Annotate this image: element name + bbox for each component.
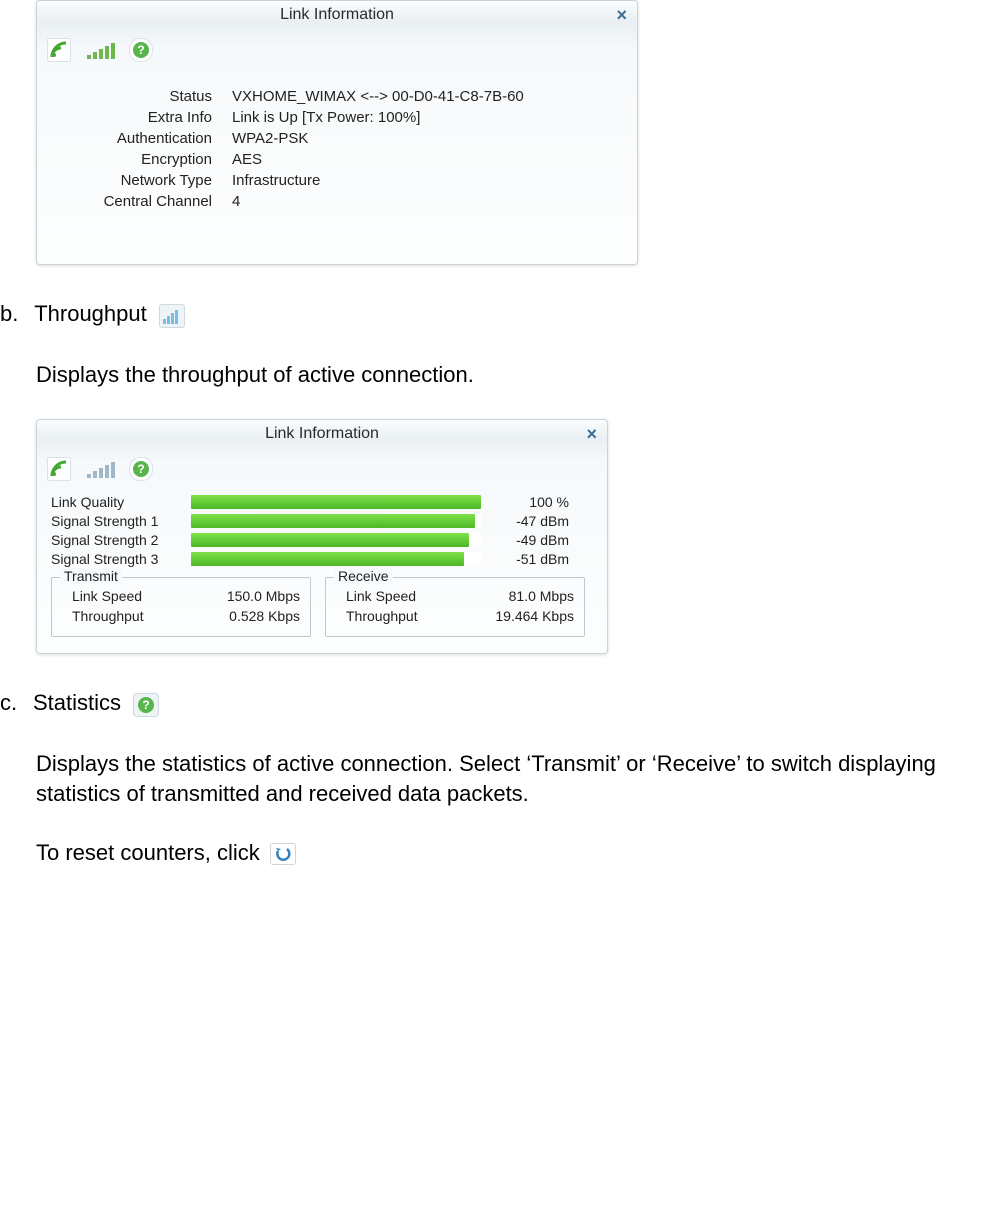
info-label: Central Channel: [57, 193, 232, 210]
graph-bar-wrap: [191, 495, 481, 509]
graph-bar: [191, 514, 475, 528]
info-label: Status: [57, 88, 232, 105]
graph-bar: [191, 552, 464, 566]
graph-bar-wrap: [191, 514, 481, 528]
svg-text:?: ?: [137, 43, 144, 57]
info-value: VXHOME_WIMAX <--> 00-D0-41-C8-7B-60: [232, 88, 524, 105]
fs-value: 81.0 Mbps: [509, 588, 574, 604]
close-icon[interactable]: ×: [586, 424, 597, 445]
graph-row: Link Quality 100 %: [51, 494, 593, 510]
fs-label: Link Speed: [336, 588, 416, 604]
graph-value: 100 %: [481, 494, 569, 510]
graph-bar: [191, 495, 481, 509]
close-icon[interactable]: ×: [616, 5, 627, 26]
graph-row: Signal Strength 2 -49 dBm: [51, 532, 593, 548]
info-row: Central Channel 4: [57, 193, 617, 210]
signal-rss-icon[interactable]: [47, 38, 71, 62]
list-marker-b: b.: [0, 301, 18, 327]
graph-bar-wrap: [191, 552, 481, 566]
graph-value: -51 dBm: [481, 551, 569, 567]
signal-bars-table: Link Quality 100 % Signal Strength 1 -47…: [51, 494, 593, 567]
statistics-help-icon: ?: [133, 693, 159, 717]
transmit-fieldset: Transmit Link Speed 150.0 Mbps Throughpu…: [51, 577, 311, 637]
graph-value: -49 dBm: [481, 532, 569, 548]
fs-label: Throughput: [62, 608, 144, 624]
section-b-title: Throughput: [34, 301, 147, 326]
info-row: Extra Info Link is Up [Tx Power: 100%]: [57, 109, 617, 126]
graph-label: Link Quality: [51, 494, 191, 510]
panel-titlebar: Link Information ×: [37, 1, 637, 34]
fs-value: 0.528 Kbps: [229, 608, 300, 624]
info-label: Authentication: [57, 130, 232, 147]
fieldset-legend: Transmit: [60, 568, 122, 584]
throughput-body: Link Quality 100 % Signal Strength 1 -47…: [37, 483, 607, 653]
panel-tabs: ?: [37, 34, 637, 64]
svg-text:?: ?: [142, 698, 149, 712]
fs-value: 150.0 Mbps: [227, 588, 300, 604]
panel-title: Link Information: [280, 6, 394, 23]
section-c-desc: Displays the statistics of active connec…: [36, 749, 976, 811]
info-row: Status VXHOME_WIMAX <--> 00-D0-41-C8-7B-…: [57, 88, 617, 105]
graph-label: Signal Strength 3: [51, 551, 191, 567]
graph-bar-wrap: [191, 533, 481, 547]
fs-label: Throughput: [336, 608, 418, 624]
reset-undo-icon[interactable]: [270, 843, 296, 865]
panel-tabs: ?: [37, 453, 607, 483]
info-value: AES: [232, 151, 262, 168]
svg-text:?: ?: [137, 462, 144, 476]
graph-row: Signal Strength 1 -47 dBm: [51, 513, 593, 529]
signal-bars-icon[interactable]: [83, 458, 117, 480]
link-info-panel-status: Link Information × ? Status: [36, 0, 638, 265]
signal-rss-icon[interactable]: [47, 457, 71, 481]
link-info-panel-throughput: Link Information × ?: [36, 419, 608, 654]
signal-bars-icon[interactable]: [83, 39, 117, 61]
reset-text: To reset counters, click: [36, 840, 260, 865]
list-marker-c: c.: [0, 690, 17, 716]
status-info-body: Status VXHOME_WIMAX <--> 00-D0-41-C8-7B-…: [37, 64, 637, 264]
info-label: Extra Info: [57, 109, 232, 126]
info-value: 4: [232, 193, 240, 210]
info-row: Network Type Infrastructure: [57, 172, 617, 189]
help-icon[interactable]: ?: [129, 38, 153, 62]
info-value: Infrastructure: [232, 172, 320, 189]
info-label: Encryption: [57, 151, 232, 168]
section-b-desc: Displays the throughput of active connec…: [36, 360, 976, 391]
help-icon[interactable]: ?: [129, 457, 153, 481]
info-row: Authentication WPA2-PSK: [57, 130, 617, 147]
fs-label: Link Speed: [62, 588, 142, 604]
fieldset-legend: Receive: [334, 568, 393, 584]
throughput-bars-icon: [159, 304, 185, 328]
panel-title: Link Information: [265, 425, 379, 442]
panel-titlebar: Link Information ×: [37, 420, 607, 453]
graph-row: Signal Strength 3 -51 dBm: [51, 551, 593, 567]
graph-bar: [191, 533, 469, 547]
info-label: Network Type: [57, 172, 232, 189]
fs-value: 19.464 Kbps: [495, 608, 574, 624]
info-value: WPA2-PSK: [232, 130, 308, 147]
graph-label: Signal Strength 2: [51, 532, 191, 548]
info-row: Encryption AES: [57, 151, 617, 168]
receive-fieldset: Receive Link Speed 81.0 Mbps Throughput …: [325, 577, 585, 637]
graph-value: -47 dBm: [481, 513, 569, 529]
section-c-title: Statistics: [33, 690, 121, 715]
graph-label: Signal Strength 1: [51, 513, 191, 529]
info-value: Link is Up [Tx Power: 100%]: [232, 109, 420, 126]
